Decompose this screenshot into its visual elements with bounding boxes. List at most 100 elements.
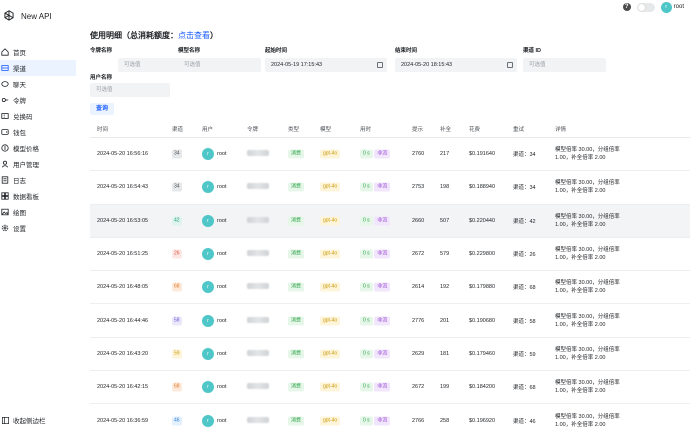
user-name: root [217, 217, 227, 224]
toggle-knob [637, 3, 645, 11]
brand[interactable]: New API [0, 9, 52, 23]
table-row[interactable]: 2024-05-20 16:42:15 68 r root 消费 gpt-4o 0 s 非流… [90, 371, 690, 405]
duration-tag: 0 s [360, 182, 373, 192]
duration-cell: 0 s 非流 [360, 382, 391, 392]
duration-tag: 0 s [360, 316, 373, 326]
column-header[interactable]: 提示 [412, 125, 423, 133]
duration-tag: 0 s [360, 382, 373, 392]
user-name: root [673, 4, 684, 10]
prompt-cell: 2660 [412, 217, 425, 224]
token-cell [247, 150, 269, 158]
filter-form: 令牌名称 可选值 模型名称 可选值 起始时间 2024-05-19 17:15:… [90, 46, 690, 106]
model-cell: gpt-4o [320, 416, 341, 426]
sidebar-item-7[interactable]: 用户管理 [0, 156, 76, 172]
duration-cell: 0 s 非流 [360, 282, 391, 292]
channel-cell: 42 [172, 216, 182, 226]
sidebar-item-11[interactable]: 设置 [0, 220, 76, 236]
detail-cell: 模型倍率 30.00，分组倍率 1.00，补全倍率 2.00 [555, 380, 620, 395]
stream-tag: 非流 [374, 249, 391, 259]
table-row[interactable]: 2024-05-20 16:51:25 26 r root 消费 gpt-4o 0 s 非流… [90, 238, 690, 272]
column-header[interactable]: 时间 [97, 125, 108, 133]
completion-cell: 199 [440, 384, 450, 391]
column-header[interactable]: 渠道 [172, 125, 183, 133]
duration-cell: 0 s 非流 [360, 182, 391, 192]
redacted-token [247, 216, 269, 223]
model-cell: gpt-4o [320, 282, 341, 292]
sidebar: 首页 渠道 聊天 令牌 兑换码 钱包 模型价格 用户管理 日志 数据看板 绘图 设置 收起侧边栏 [0, 44, 76, 431]
sidebar-item-3[interactable]: 令牌 [0, 92, 76, 108]
prompt-cell: 2760 [412, 151, 425, 158]
time-cell: 2024-05-20 16:42:15 [97, 384, 149, 391]
start-time-input[interactable]: 2024-05-19 17:15:43 [265, 58, 387, 72]
sidebar-item-4[interactable]: 兑换码 [0, 108, 76, 124]
duration-tag: 0 s [360, 216, 373, 226]
type-tag: 消费 [288, 216, 305, 226]
column-header[interactable]: 详情 [555, 125, 566, 133]
sidebar-item-0[interactable]: 首页 [0, 44, 76, 60]
column-header[interactable]: 用时 [360, 125, 371, 133]
column-header[interactable]: 补全 [440, 125, 451, 133]
table-row[interactable]: 2024-05-20 16:43:20 59 r root 消费 gpt-4o 0 s 非流… [90, 338, 690, 372]
collapse-sidebar-button[interactable]: 收起侧边栏 [0, 415, 46, 425]
avatar: r [202, 148, 214, 161]
column-header[interactable]: 花费 [469, 125, 480, 133]
sidebar-item-8[interactable]: 日志 [0, 172, 76, 188]
avatar: r [202, 181, 214, 194]
avatar: r [202, 281, 214, 294]
token-cell [247, 349, 269, 358]
table-row[interactable]: 2024-05-20 16:36:59 46 r root 消费 gpt-4o 0 s 非流… [90, 404, 690, 431]
table-row[interactable]: 2024-05-20 16:53:05 42 r root 消费 gpt-4o 0 s 非流… [90, 204, 690, 238]
theme-toggle[interactable] [636, 2, 655, 12]
avatar: r [202, 347, 214, 360]
user-name: root [217, 251, 227, 258]
cost-cell: $0.191640 [469, 151, 495, 158]
table-row[interactable]: 2024-05-20 16:48:05 68 r root 消费 gpt-4o 0 s 非流… [90, 271, 690, 305]
table-row[interactable]: 2024-05-20 16:44:46 58 r root 消费 gpt-4o 0 s 非流… [90, 304, 690, 338]
sidebar-item-1[interactable]: 渠道 [0, 60, 76, 76]
channel-tag: 34 [172, 182, 182, 192]
model-name-input[interactable]: 可选值 [178, 58, 248, 72]
completion-cell: 579 [440, 251, 450, 258]
column-header[interactable]: 类型 [288, 125, 299, 133]
user-name: root [217, 284, 227, 291]
channel-id-input[interactable]: 可选值 [523, 58, 606, 72]
collapse-icon [1, 416, 9, 424]
cost-cell: $0.220440 [469, 217, 495, 224]
column-header[interactable]: 模型 [320, 125, 331, 133]
type-tag: 消费 [288, 182, 305, 192]
table-header: 时间 渠道 用户 令牌 类型 模型 用时 提示 补全 花费 重试 详情 [90, 120, 690, 138]
end-time-input[interactable]: 2024-05-20 18:15:43 [395, 58, 517, 72]
dashboard-icon [1, 192, 9, 200]
table-row[interactable]: 2024-05-20 16:54:43 34 r root 消费 gpt-4o 0 s 非流… [90, 171, 690, 205]
user-name: root [217, 417, 227, 424]
avatar: r [660, 1, 672, 13]
sidebar-item-10[interactable]: 绘图 [0, 204, 76, 220]
query-button[interactable]: 查询 [90, 103, 114, 115]
completion-cell: 201 [440, 317, 450, 324]
retry-cell: 渠道：46 [513, 418, 536, 425]
sidebar-item-5[interactable]: 钱包 [0, 124, 76, 140]
calendar-icon [507, 62, 513, 68]
model-tag: gpt-4o [320, 282, 341, 292]
price-icon [1, 144, 9, 152]
sidebar-item-2[interactable]: 聊天 [0, 76, 76, 92]
duration-cell: 0 s 非流 [360, 249, 391, 259]
retry-cell: 渠道：58 [513, 318, 536, 325]
view-total-link[interactable]: 点击查看 [178, 31, 210, 40]
page-title: 使用明细（总消耗额度：点击查看） [90, 30, 690, 41]
column-header[interactable]: 令牌 [247, 125, 258, 133]
duration-cell: 0 s 非流 [360, 349, 391, 359]
help-icon[interactable]: ? [622, 3, 631, 11]
column-header[interactable]: 重试 [513, 125, 524, 133]
page-title-text: 使用明细（总消耗额度： [90, 31, 178, 40]
model-tag: gpt-4o [320, 316, 341, 326]
sidebar-item-9[interactable]: 数据看板 [0, 188, 76, 204]
username-input[interactable]: 可选值 [90, 83, 170, 97]
user-menu[interactable]: r root [660, 1, 684, 13]
table-row[interactable]: 2024-05-20 16:56:16 34 r root 消费 gpt-4o 0 s 非流… [90, 138, 690, 172]
column-header[interactable]: 用户 [202, 125, 213, 133]
channel-id-label: 渠道 ID [523, 48, 542, 54]
avatar: r [202, 381, 214, 394]
sidebar-item-6[interactable]: 模型价格 [0, 140, 76, 156]
user-name: root [217, 317, 227, 324]
